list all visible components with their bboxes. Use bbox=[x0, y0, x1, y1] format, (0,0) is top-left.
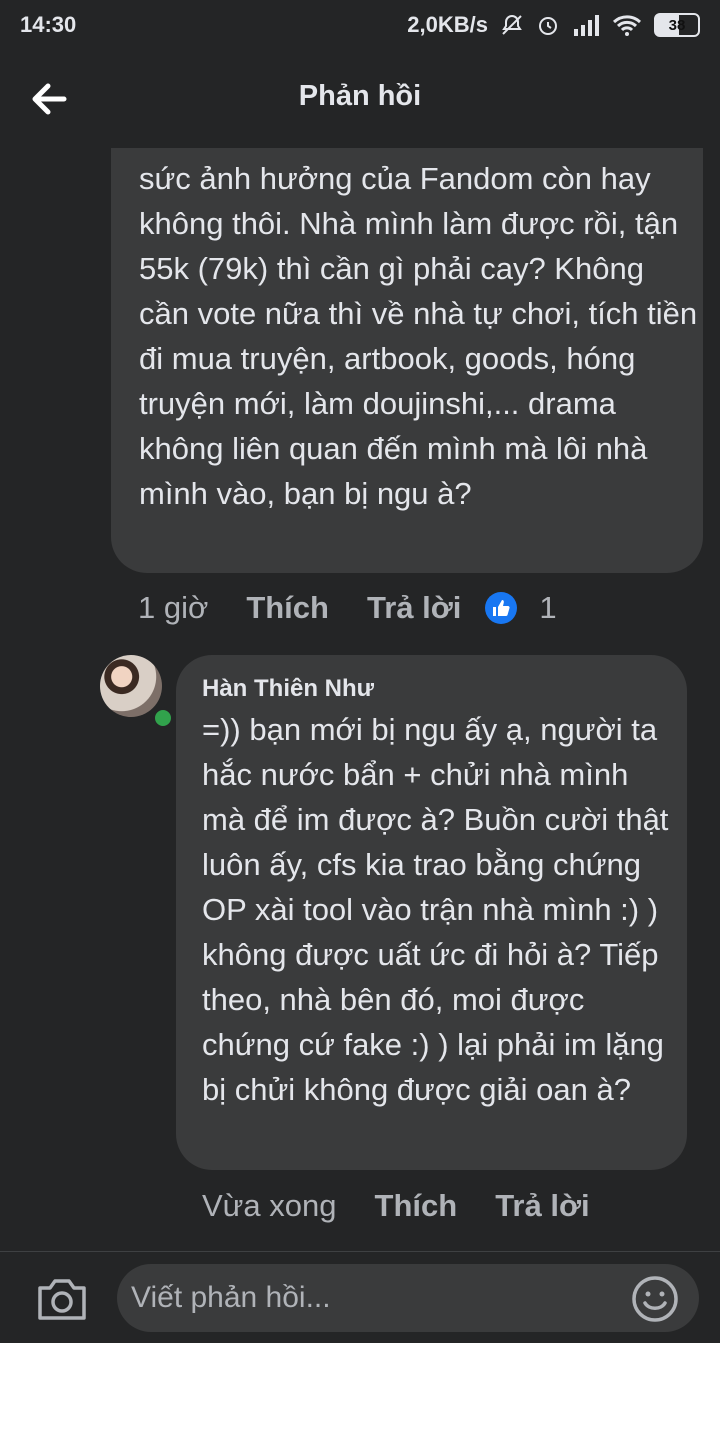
avatar[interactable] bbox=[100, 655, 162, 717]
alarm-icon bbox=[539, 17, 557, 35]
wifi-icon bbox=[612, 15, 642, 36]
network-speed: 2,0KB/s bbox=[407, 12, 488, 37]
comment-text: sức ảnh hưởng của Fandom còn hay không t… bbox=[139, 161, 698, 511]
like-button[interactable]: Thích bbox=[246, 590, 329, 626]
status-icons: 2,0KB/s 38 bbox=[407, 10, 700, 40]
emoji-icon[interactable] bbox=[631, 1275, 679, 1323]
reply-actions: Vừa xong Thích Trả lời bbox=[202, 1188, 590, 1224]
like-button[interactable]: Thích bbox=[375, 1188, 458, 1224]
camera-icon[interactable] bbox=[36, 1276, 88, 1322]
battery-icon: 38 bbox=[654, 13, 700, 37]
status-bar: 14:30 2,0KB/s 38 bbox=[0, 0, 720, 52]
reaction-count: 1 bbox=[539, 590, 557, 625]
online-indicator bbox=[152, 707, 174, 729]
comment-actions: 1 giờ Thích Trả lời 1 bbox=[138, 590, 557, 626]
like-reaction-icon[interactable] bbox=[485, 592, 518, 624]
reply-button[interactable]: Trả lời bbox=[367, 590, 461, 626]
reply-button[interactable]: Trả lời bbox=[495, 1188, 589, 1224]
signal-icon bbox=[574, 15, 599, 36]
reply-time: Vừa xong bbox=[202, 1188, 337, 1223]
status-time: 14:30 bbox=[20, 12, 77, 37]
mute-icon bbox=[502, 14, 522, 35]
page-title: Phản hồi bbox=[298, 80, 422, 112]
header: Phản hồi bbox=[0, 52, 720, 148]
comment-bubble[interactable]: sức ảnh hưởng của Fandom còn hay không t… bbox=[111, 96, 703, 573]
reply-bubble[interactable]: Hàn Thiên Như =)) bạn mới bị ngu ấy ạ, n… bbox=[176, 655, 687, 1170]
comment-author[interactable]: Hàn Thiên Như bbox=[202, 675, 374, 703]
comment-time: 1 giờ bbox=[138, 590, 209, 625]
reply-text: =)) bạn mới bị ngu ấy ạ, người ta hắc nư… bbox=[202, 712, 669, 1107]
reply-composer bbox=[0, 1251, 720, 1343]
reply-input[interactable] bbox=[117, 1264, 699, 1332]
screen: 14:30 2,0KB/s 38 Phản hồi sức ảnh hưởng … bbox=[0, 0, 720, 1343]
